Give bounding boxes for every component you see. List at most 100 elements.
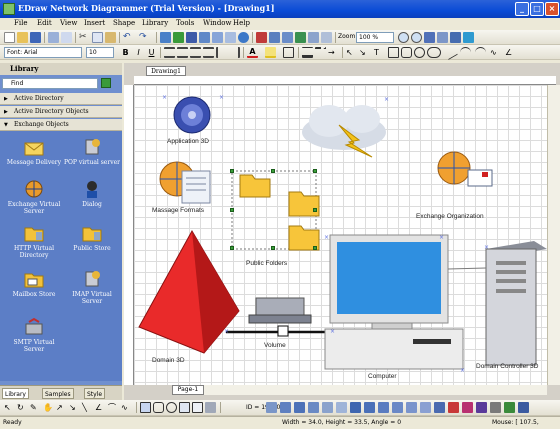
same-size-icon[interactable]	[406, 402, 417, 413]
space-v-icon[interactable]	[434, 402, 445, 413]
connector-tool-icon[interactable]: ↘	[359, 47, 370, 58]
message-formats-shape[interactable]	[159, 161, 211, 204]
public-folders-shape[interactable]	[231, 170, 320, 251]
ungroup-icon[interactable]	[199, 32, 210, 43]
shape-rounded-icon[interactable]	[153, 402, 164, 413]
library-item-message-delivery[interactable]: Message Delivery	[4, 137, 64, 166]
same-height-icon[interactable]	[392, 402, 403, 413]
options-icon[interactable]	[321, 32, 332, 43]
freeform-tool-icon[interactable]: ∿	[490, 47, 501, 58]
tab-drawing1[interactable]: Drawing1	[146, 66, 186, 76]
menu-window[interactable]: Window	[203, 19, 232, 27]
zoom-in-icon[interactable]	[398, 32, 409, 43]
maximize-button[interactable]: □	[530, 2, 544, 16]
section-exchange-objects[interactable]: Exchange Objects	[0, 119, 122, 131]
ellipse-tool-icon[interactable]	[414, 47, 425, 58]
diagonal-line-icon[interactable]: ╲	[82, 402, 93, 413]
bring-front-icon[interactable]	[212, 32, 223, 43]
fill-color-icon[interactable]	[265, 47, 276, 58]
arc-line-icon[interactable]: ⌒	[108, 402, 119, 413]
chart-icon[interactable]	[269, 32, 280, 43]
font-combo[interactable]: Font: Arial	[4, 47, 82, 58]
tab-style[interactable]: Style	[84, 388, 106, 399]
same-width-icon[interactable]	[378, 402, 389, 413]
rotate-right-icon[interactable]	[336, 402, 347, 413]
section-active-directory[interactable]: Active Directory	[0, 93, 122, 105]
selection-handle[interactable]	[313, 208, 317, 212]
selection-handle[interactable]	[230, 246, 234, 250]
menu-file[interactable]: File	[14, 19, 27, 27]
font-size-combo[interactable]: 10	[86, 47, 114, 58]
shape-3d-icon[interactable]	[192, 402, 203, 413]
selection-handle[interactable]	[271, 169, 275, 173]
table-icon[interactable]	[282, 32, 293, 43]
menu-tools[interactable]: Tools	[176, 19, 194, 27]
section-active-directory-objects[interactable]: Active Directory Objects	[0, 106, 122, 118]
selection-handle[interactable]	[230, 169, 234, 173]
save-icon[interactable]	[30, 32, 41, 43]
group-icon[interactable]	[186, 32, 197, 43]
copy-icon[interactable]	[92, 32, 103, 43]
outdent-icon[interactable]	[229, 47, 240, 58]
drawing-canvas[interactable]: × × × × × × × × × Application 3D Massage…	[134, 85, 547, 385]
insert-picture-icon[interactable]	[160, 32, 171, 43]
wave-line-icon[interactable]: ∿	[121, 402, 132, 413]
library-item-imap-virtual-server[interactable]: IMAP Virtual Server	[62, 269, 122, 305]
help-icon[interactable]	[238, 32, 249, 43]
library-item-public-store[interactable]: Public Store	[62, 223, 122, 252]
library-item-mailbox-store[interactable]: Mailbox Store	[4, 269, 64, 298]
zoom-fit-icon[interactable]	[424, 32, 435, 43]
horizontal-scrollbar[interactable]	[176, 385, 547, 395]
zoom-width-icon[interactable]	[450, 32, 461, 43]
computer-shape[interactable]	[324, 234, 464, 370]
flip-vertical-icon[interactable]	[308, 402, 319, 413]
tab-samples[interactable]: Samples	[42, 388, 74, 399]
line-style-icon[interactable]	[315, 47, 326, 58]
menu-view[interactable]: View	[60, 19, 77, 27]
link-icon[interactable]	[173, 32, 184, 43]
text-tool-icon[interactable]: T	[374, 47, 385, 58]
polyline-tool-icon[interactable]: ∠	[505, 47, 516, 58]
rounded-rect-tool-icon[interactable]	[401, 47, 412, 58]
library-item-pop-virtual-server[interactable]: POP virtual server	[62, 137, 122, 166]
rotate-left-icon[interactable]	[322, 402, 333, 413]
indent-icon[interactable]	[216, 47, 227, 58]
library-item-exchange-virtual-server[interactable]: Exchange Virtual Server	[4, 179, 64, 215]
zoom-page-icon[interactable]	[437, 32, 448, 43]
send-back-icon[interactable]	[225, 32, 236, 43]
unlock-icon[interactable]	[364, 402, 375, 413]
application-3d-shape[interactable]	[173, 96, 211, 134]
selection-handle[interactable]	[271, 246, 275, 250]
underline-icon[interactable]: U	[146, 47, 157, 58]
check-icon[interactable]	[295, 32, 306, 43]
vertical-scrollbar[interactable]	[547, 85, 560, 385]
menu-shape[interactable]: Shape	[113, 19, 135, 27]
library-item-smtp-virtual-server[interactable]: SMTP Virtual Server	[4, 317, 64, 353]
align-right-icon[interactable]	[190, 47, 201, 58]
zoom-combo[interactable]: 100 %	[356, 32, 394, 43]
print-preview-icon[interactable]	[61, 32, 72, 43]
volume-shape[interactable]	[226, 297, 330, 337]
layer-icon[interactable]	[490, 402, 501, 413]
format-painter-icon[interactable]	[504, 402, 515, 413]
selection-handle[interactable]	[313, 169, 317, 173]
menu-library[interactable]: Library	[142, 19, 168, 27]
space-h-icon[interactable]	[420, 402, 431, 413]
oval-tool-icon[interactable]	[427, 47, 441, 58]
theme-icon[interactable]	[476, 402, 487, 413]
line-weight-icon[interactable]	[302, 47, 313, 58]
zoom-out-icon[interactable]	[411, 32, 422, 43]
selection-handle[interactable]	[230, 208, 234, 212]
menu-insert[interactable]: Insert	[84, 19, 105, 27]
library-item-http-virtual-directory[interactable]: HTTP Virtual Directory	[4, 223, 64, 259]
menu-edit[interactable]: Edit	[37, 19, 52, 27]
justify-icon[interactable]	[203, 47, 214, 58]
line-tool-icon[interactable]	[442, 44, 459, 61]
library-item-dialog[interactable]: Dialog	[62, 179, 122, 208]
distribute-icon[interactable]	[280, 402, 291, 413]
curve-tool-icon[interactable]	[475, 47, 486, 58]
arrow-style-icon[interactable]: →	[328, 47, 339, 58]
delete-icon[interactable]	[448, 402, 459, 413]
open-icon[interactable]	[17, 32, 28, 43]
stop-icon[interactable]	[256, 32, 267, 43]
